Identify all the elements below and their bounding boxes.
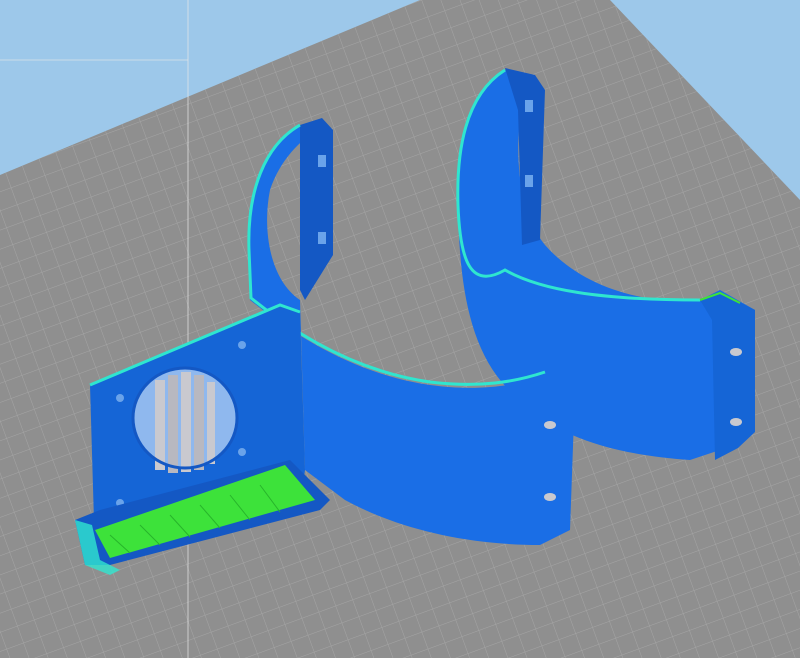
bolt-hole-icon <box>238 341 246 349</box>
scene-canvas[interactable] <box>0 0 800 658</box>
3d-layer-preview-viewport[interactable] <box>0 0 800 658</box>
bolt-hole-icon <box>318 155 326 167</box>
bolt-hole-icon <box>730 418 742 426</box>
bolt-hole-icon <box>544 493 556 501</box>
bolt-hole-icon <box>544 421 556 429</box>
bolt-hole-icon <box>318 232 326 244</box>
bolt-hole-icon <box>525 175 533 187</box>
bolt-hole-icon <box>525 100 533 112</box>
bolt-hole-icon <box>730 348 742 356</box>
bolt-hole-icon <box>116 394 124 402</box>
bolt-hole-icon <box>238 448 246 456</box>
